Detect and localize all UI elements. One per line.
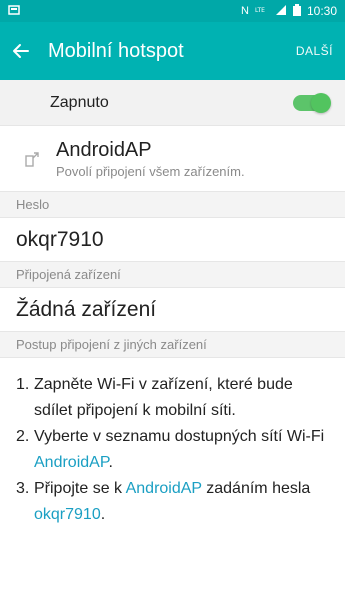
- status-bar: N LTE 10:30: [0, 0, 345, 22]
- list-item-text-part: .: [108, 454, 113, 471]
- svg-text:LTE: LTE: [255, 7, 265, 14]
- connected-devices-header: Připojená zařízení: [0, 262, 345, 288]
- password-row[interactable]: okqr7910: [0, 218, 345, 262]
- lte-icon: LTE: [255, 5, 269, 18]
- nfc-icon: N: [241, 4, 249, 17]
- list-item-text-part: Vyberte v seznamu dostupných sítí Wi-Fi: [34, 428, 325, 445]
- password-header: Heslo: [0, 192, 345, 218]
- password-link[interactable]: okqr7910: [34, 506, 101, 523]
- list-item-text-part: .: [100, 506, 106, 523]
- list-item-number: 3.: [16, 480, 30, 497]
- procedure-header: Postup připojení z jiných zařízení: [0, 332, 345, 358]
- list-item-text: Vyberte v seznamu dostupných sítí Wi-Fi …: [34, 424, 329, 476]
- status-time: 10:30: [306, 4, 337, 18]
- page-title: Mobilní hotspot: [48, 39, 184, 62]
- list-item-text: Zapněte Wi-Fi v zařízení, které bude sdí…: [34, 376, 293, 419]
- list-item-text-part: zadáním hesla: [201, 480, 311, 497]
- network-link[interactable]: AndroidAP: [34, 454, 108, 471]
- back-button[interactable]: [12, 42, 40, 60]
- notification-square-icon: [8, 4, 20, 19]
- list-item: 1. Zapněte Wi-Fi v zařízení, které bude …: [16, 372, 329, 424]
- network-name-row[interactable]: AndroidAP Povolí připojení všem zařízení…: [0, 126, 345, 192]
- list-item: 2. Vyberte v seznamu dostupných sítí Wi-…: [16, 424, 329, 476]
- toggle-label: Zapnuto: [50, 93, 109, 111]
- battery-icon: [292, 3, 301, 19]
- connected-devices-value: Žádná zařízení: [16, 297, 157, 321]
- network-description: Povolí připojení všem zařízením.: [56, 163, 245, 179]
- arrow-left-icon: [13, 44, 29, 58]
- share-icon: [16, 150, 48, 168]
- password-value: okqr7910: [16, 227, 104, 251]
- signal-icon: [275, 4, 287, 19]
- network-name: AndroidAP: [56, 138, 152, 161]
- hotspot-toggle-row[interactable]: Zapnuto: [0, 80, 345, 126]
- list-item: 3. Připojte se k AndroidAP zadáním hesla…: [16, 476, 329, 528]
- action-bar: Mobilní hotspot DALŠÍ: [0, 22, 345, 80]
- next-button[interactable]: DALŠÍ: [296, 44, 333, 58]
- switch-knob: [311, 92, 331, 113]
- connected-devices-row: Žádná zařízení: [0, 288, 345, 332]
- list-item-text: Připojte se k AndroidAP zadáním hesla ok…: [34, 476, 329, 528]
- list-item-number: 2.: [16, 428, 30, 445]
- hotspot-switch[interactable]: [293, 92, 331, 113]
- list-item-text-part: Připojte se k: [34, 480, 126, 497]
- network-link[interactable]: AndroidAP: [126, 480, 202, 497]
- instructions-list: 1. Zapněte Wi-Fi v zařízení, které bude …: [0, 358, 345, 528]
- list-item-number: 1.: [16, 376, 30, 393]
